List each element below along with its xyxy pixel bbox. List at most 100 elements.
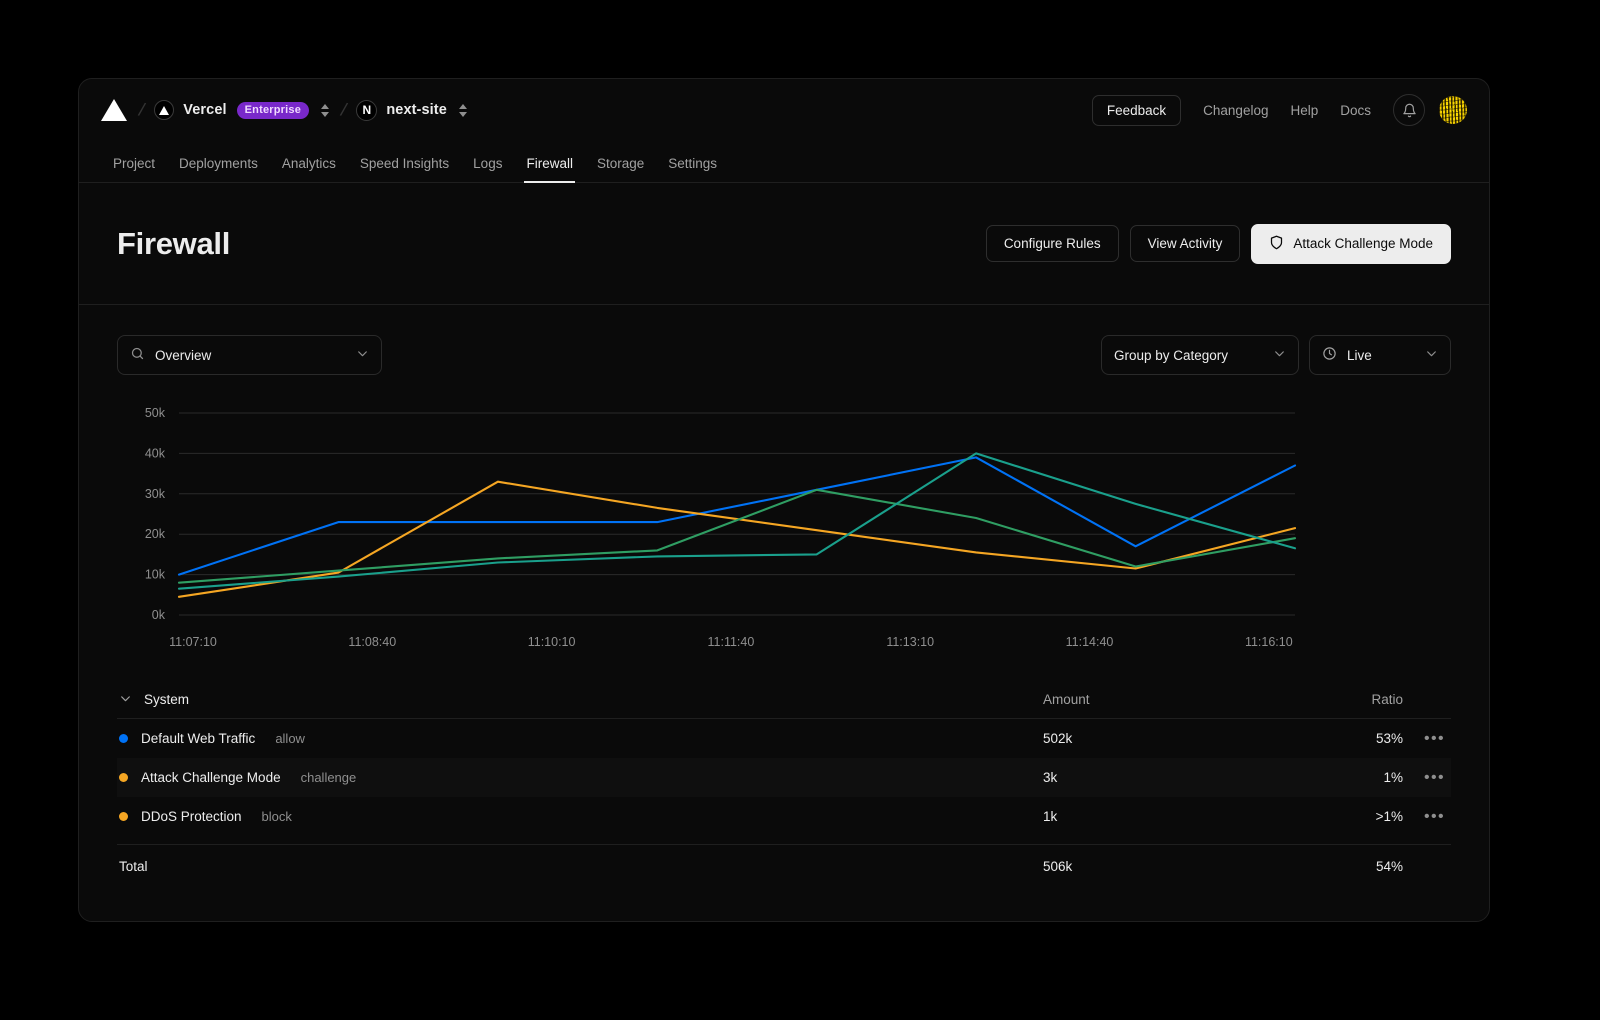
group-by-select[interactable]: Group by Category xyxy=(1101,335,1299,375)
chart-line-attack-challenge-mode xyxy=(179,482,1295,597)
time-range-select[interactable]: Live xyxy=(1309,335,1451,375)
y-axis-tick: 30k xyxy=(145,487,166,501)
x-axis-tick: 11:14:40 xyxy=(1066,635,1114,649)
tab-analytics[interactable]: Analytics xyxy=(270,156,348,182)
group-toggle[interactable]: System xyxy=(119,692,1043,708)
row-ratio: >1% xyxy=(1253,809,1403,824)
x-axis-tick: 11:16:10 xyxy=(1245,635,1293,649)
row-name-cell: Attack Challenge Mode challenge xyxy=(119,770,1043,785)
table-row[interactable]: Default Web Traffic allow 502k53%••• xyxy=(117,719,1451,758)
group-label: System xyxy=(144,692,189,707)
chart-line-default-web-traffic xyxy=(179,457,1295,574)
time-range-value: Live xyxy=(1347,348,1415,363)
x-axis-tick: 11:11:40 xyxy=(708,635,755,649)
row-amount: 3k xyxy=(1043,770,1253,785)
table-total-row: Total 506k 54% xyxy=(117,844,1451,888)
chevron-down-icon xyxy=(1425,347,1438,363)
chart-svg: 0k 10k 20k 30k 40k 50k xyxy=(121,407,1301,629)
breadcrumb-separator: / xyxy=(137,100,147,120)
tab-firewall[interactable]: Firewall xyxy=(514,156,585,182)
x-axis-tick: 11:13:10 xyxy=(886,635,934,649)
x-axis-tick: 11:07:10 xyxy=(169,635,217,649)
y-axis-tick: 40k xyxy=(145,446,166,460)
chevron-down-icon xyxy=(356,347,369,363)
tab-settings[interactable]: Settings xyxy=(656,156,729,182)
x-axis-tick: 11:08:40 xyxy=(348,635,396,649)
overview-select[interactable]: Overview xyxy=(117,335,382,375)
row-name: Attack Challenge Mode xyxy=(141,770,281,785)
team-name[interactable]: Vercel xyxy=(183,102,226,118)
nav-tabs: Project Deployments Analytics Speed Insi… xyxy=(79,141,1489,183)
configure-rules-button[interactable]: Configure Rules xyxy=(986,225,1119,262)
attack-challenge-mode-button[interactable]: Attack Challenge Mode xyxy=(1251,224,1451,264)
series-color-dot xyxy=(119,812,128,821)
traffic-line-chart: 0k 10k 20k 30k 40k 50k 11:07:10 11:08:40 11:10:… xyxy=(121,407,1451,659)
row-menu-button[interactable]: ••• xyxy=(1403,730,1445,748)
project-name[interactable]: next-site xyxy=(386,102,447,118)
row-name-cell: Default Web Traffic allow xyxy=(119,731,1043,746)
tab-storage[interactable]: Storage xyxy=(585,156,656,182)
series-color-dot xyxy=(119,773,128,782)
table-row[interactable]: Attack Challenge Mode challenge 3k1%••• xyxy=(117,758,1451,797)
feedback-button[interactable]: Feedback xyxy=(1092,95,1181,126)
project-switcher-icon[interactable] xyxy=(457,100,469,120)
table-body: Default Web Trafficallow502k53%•••Attack… xyxy=(117,719,1451,836)
notification-bell-icon[interactable] xyxy=(1393,94,1425,126)
row-name-cell: DDoS Protectionblock xyxy=(119,809,1043,824)
column-ratio: Ratio xyxy=(1253,692,1403,707)
filters-right: Group by Category Live xyxy=(1101,335,1451,375)
docs-link[interactable]: Docs xyxy=(1340,103,1371,118)
row-action: block xyxy=(262,809,292,824)
row-name: Default Web Traffic xyxy=(141,731,255,746)
breadcrumb-separator-2: / xyxy=(339,100,349,120)
filters-row: Overview Group by Category Live xyxy=(117,335,1451,375)
chart-x-axis: 11:07:10 11:08:40 11:10:10 11:11:40 11:13:10… xyxy=(121,635,1451,665)
row-menu-button[interactable]: ••• xyxy=(1403,808,1445,826)
help-link[interactable]: Help xyxy=(1290,103,1318,118)
y-axis-tick: 0k xyxy=(152,608,166,622)
row-menu-button[interactable]: ••• xyxy=(1403,769,1445,787)
row-action: challenge xyxy=(301,770,357,785)
tab-speed-insights[interactable]: Speed Insights xyxy=(348,156,461,182)
table-row[interactable]: DDoS Protectionblock1k>1%••• xyxy=(117,797,1451,836)
tab-logs[interactable]: Logs xyxy=(461,156,514,182)
project-avatar-icon: N xyxy=(356,100,377,121)
x-axis-tick: 11:10:10 xyxy=(528,635,576,649)
total-label: Total xyxy=(119,859,1043,874)
search-icon xyxy=(130,346,145,364)
tab-deployments[interactable]: Deployments xyxy=(167,156,270,182)
top-bar-actions: Feedback Changelog Help Docs xyxy=(1092,94,1467,126)
row-ratio: 53% xyxy=(1253,731,1403,746)
y-axis-tick: 20k xyxy=(145,527,166,541)
row-amount: 502k xyxy=(1043,731,1253,746)
main-content: Overview Group by Category Live xyxy=(79,305,1489,888)
series-color-dot xyxy=(119,734,128,743)
breadcrumb: / Vercel Enterprise / N next-site xyxy=(101,99,469,121)
attack-challenge-mode-label: Attack Challenge Mode xyxy=(1293,236,1433,251)
row-amount: 1k xyxy=(1043,809,1253,824)
chevron-down-icon xyxy=(1273,347,1286,363)
row-ratio: 1% xyxy=(1253,770,1403,785)
row-action: allow xyxy=(275,731,305,746)
page-title: Firewall xyxy=(117,226,230,262)
team-avatar-icon xyxy=(154,100,174,120)
page-header-actions: Configure Rules View Activity Attack Cha… xyxy=(986,224,1451,264)
team-switcher-icon[interactable] xyxy=(319,100,331,120)
total-ratio: 54% xyxy=(1253,859,1403,874)
clock-icon xyxy=(1322,346,1337,364)
category-table: System Amount Ratio Default Web Traffic a… xyxy=(117,681,1451,888)
view-activity-button[interactable]: View Activity xyxy=(1130,225,1241,262)
y-axis-tick: 50k xyxy=(145,407,166,420)
y-axis-tick: 10k xyxy=(145,568,166,582)
column-amount: Amount xyxy=(1043,692,1253,707)
top-bar: / Vercel Enterprise / N next-site Feedba… xyxy=(79,79,1489,141)
app-window: / Vercel Enterprise / N next-site Feedba… xyxy=(78,78,1490,922)
vercel-triangle-icon[interactable] xyxy=(101,99,127,121)
total-amount: 506k xyxy=(1043,859,1253,874)
tab-project[interactable]: Project xyxy=(101,156,167,182)
overview-select-value: Overview xyxy=(155,348,346,363)
table-header: System Amount Ratio xyxy=(117,681,1451,719)
avatar[interactable] xyxy=(1439,96,1467,124)
chevron-down-icon xyxy=(119,692,132,708)
changelog-link[interactable]: Changelog xyxy=(1203,103,1268,118)
